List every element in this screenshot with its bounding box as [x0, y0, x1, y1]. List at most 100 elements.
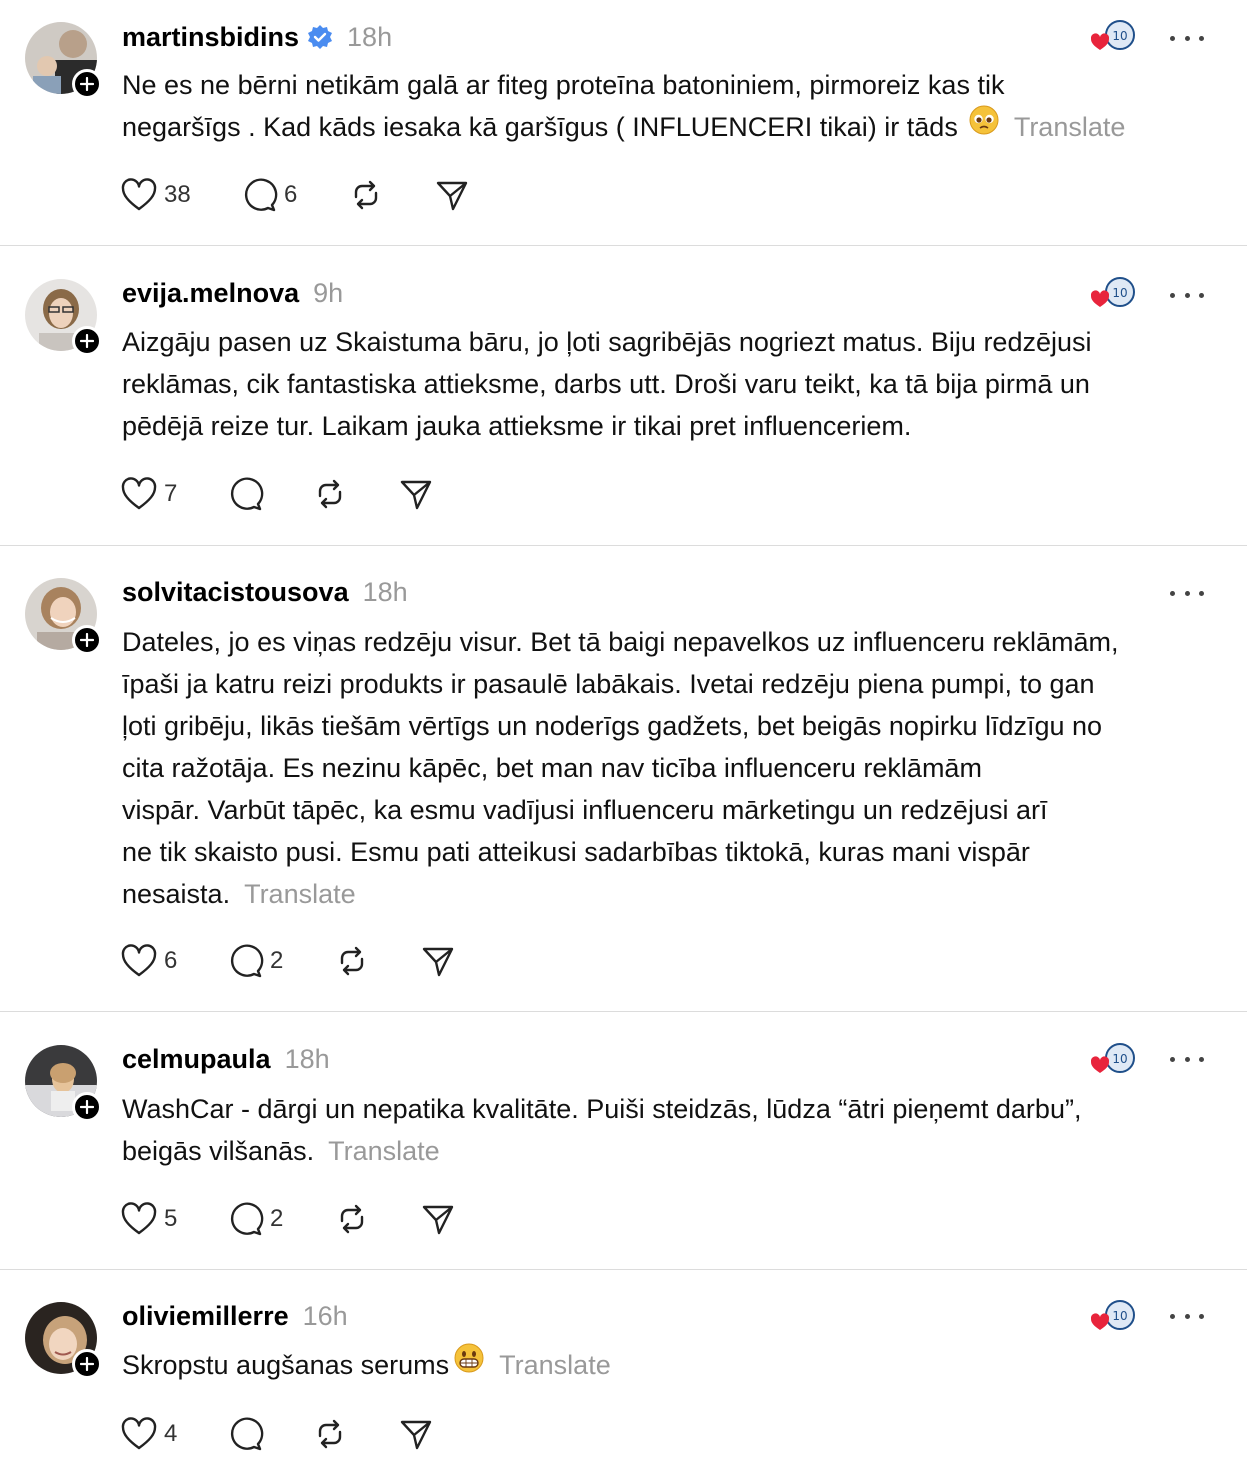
comment-icon [230, 1202, 264, 1236]
heart-icon [121, 1417, 157, 1450]
verified-icon [307, 24, 333, 50]
share-button[interactable] [420, 941, 456, 981]
like-button[interactable]: 4 [120, 1414, 177, 1454]
share-icon [422, 947, 454, 977]
more-icon[interactable] [1170, 290, 1204, 300]
comment-icon [230, 477, 264, 511]
post-time: 16h [302, 1301, 348, 1331]
translate-link[interactable]: Translate [499, 1350, 611, 1380]
repost-button[interactable] [334, 1199, 370, 1239]
follow-plus-icon[interactable] [72, 1349, 102, 1379]
post-text-line: ļoti gribēju, likās tiešām vērtīgs un no… [122, 711, 1103, 741]
like-count: 6 [164, 947, 178, 974]
svg-text:10: 10 [1112, 1052, 1127, 1066]
comment-button[interactable] [228, 474, 264, 514]
translate-link[interactable]: Translate [244, 879, 356, 909]
post: solvitacistousova 18h Dateles, jo es viņ… [0, 546, 1247, 1011]
repost-button[interactable] [312, 474, 348, 514]
like-button[interactable]: 38 [120, 175, 191, 215]
like-badge-icon: 10 [1090, 20, 1136, 54]
repost-button[interactable] [348, 175, 384, 215]
share-icon [400, 1420, 432, 1450]
share-icon [436, 181, 468, 211]
more-icon[interactable] [1170, 33, 1204, 43]
avatar[interactable] [25, 578, 102, 655]
username[interactable]: oliviemillerre [122, 1301, 289, 1332]
heart-icon [121, 944, 157, 977]
post-text-line: cita ražotāja. Es nezinu kāpēc, bet man … [122, 753, 982, 783]
avatar[interactable] [25, 22, 102, 99]
avatar[interactable] [25, 1045, 102, 1122]
repost-icon [318, 1419, 342, 1449]
follow-plus-icon[interactable] [72, 625, 102, 655]
like-count: 4 [164, 1420, 178, 1447]
translate-link[interactable]: Translate [1014, 112, 1126, 142]
repost-icon [354, 180, 378, 210]
post-text-line: ne tik skaisto pusi. Esmu pati atteikusi… [122, 837, 1030, 867]
svg-text:10: 10 [1112, 1309, 1127, 1323]
share-button[interactable] [398, 1414, 434, 1454]
avatar[interactable] [25, 279, 102, 356]
heart-icon [121, 1202, 157, 1235]
like-button[interactable]: 5 [120, 1199, 177, 1239]
post-text-line: WashCar - dārgi un nepatika kvalitāte. P… [122, 1094, 1082, 1124]
more-icon[interactable] [1170, 1311, 1204, 1321]
like-badge-icon: 10 [1090, 1300, 1136, 1334]
follow-plus-icon[interactable] [72, 1092, 102, 1122]
comment-button[interactable] [228, 1414, 264, 1454]
post-text-line: vispār. Varbūt tāpēc, ka esmu vadījusi i… [122, 795, 1048, 825]
username[interactable]: evija.melnova [122, 278, 299, 309]
comment-button[interactable]: 2 [228, 941, 283, 981]
follow-plus-icon[interactable] [72, 69, 102, 99]
post-text-line: Skropstu augšanas serums [122, 1350, 450, 1380]
comment-icon [230, 944, 264, 978]
comment-button[interactable]: 6 [242, 175, 297, 215]
like-count: 38 [164, 181, 191, 208]
follow-plus-icon[interactable] [72, 326, 102, 356]
post: martinsbidins 18h 10 Ne es ne bērni neti… [0, 0, 1247, 245]
username[interactable]: solvitacistousova [122, 577, 349, 608]
repost-icon [340, 1204, 364, 1234]
translate-link[interactable]: Translate [328, 1136, 440, 1166]
repost-button[interactable] [312, 1414, 348, 1454]
heart-icon [121, 477, 157, 510]
repost-icon [318, 479, 342, 509]
svg-text:10: 10 [1112, 286, 1127, 300]
share-button[interactable] [420, 1199, 456, 1239]
post: evija.melnova 9h 10 Aizgāju pasen uz Ska… [0, 246, 1247, 545]
post-text-line: Dateles, jo es viņas redzēju visur. Bet … [122, 627, 1119, 657]
username[interactable]: celmupaula [122, 1044, 271, 1075]
comment-count: 6 [284, 181, 298, 208]
post-text-line: nesaista. [122, 879, 231, 909]
post-time: 18h [347, 22, 393, 52]
share-button[interactable] [434, 175, 470, 215]
like-count: 7 [164, 480, 178, 507]
pleading-face-icon [968, 104, 1000, 148]
share-button[interactable] [398, 474, 434, 514]
post-text-line: Ne es ne bērni netikām galā ar fiteg pro… [122, 70, 1005, 100]
like-badge-icon: 10 [1090, 277, 1136, 311]
post-time: 18h [362, 577, 408, 607]
post: oliviemillerre 16h 10 Skropstu augšanas … [0, 1270, 1247, 1481]
comment-icon [230, 1417, 264, 1451]
share-icon [422, 1205, 454, 1235]
post-text-line: reklāmas, cik fantastiska attieksme, dar… [122, 369, 1090, 399]
username[interactable]: martinsbidins [122, 22, 299, 53]
grinning-face-icon [453, 1342, 485, 1386]
more-icon[interactable] [1170, 1054, 1204, 1064]
more-icon[interactable] [1170, 588, 1204, 598]
like-button[interactable]: 6 [120, 941, 177, 981]
post-text: Ne es ne bērni netikām galā ar fiteg pro… [122, 64, 1222, 151]
post-text: Skropstu augšanas serums Translate [122, 1342, 1222, 1389]
post-time: 18h [284, 1044, 330, 1074]
avatar[interactable] [25, 1302, 102, 1379]
svg-text:10: 10 [1112, 29, 1127, 43]
comment-button[interactable]: 2 [228, 1199, 283, 1239]
like-button[interactable]: 7 [120, 474, 177, 514]
share-icon [400, 480, 432, 510]
post-text-line: Aizgāju pasen uz Skaistuma bāru, jo ļoti… [122, 327, 1092, 357]
post-text-line: negaršīgs . Kad kāds iesaka kā garšīgus … [122, 112, 958, 142]
post-text: Aizgāju pasen uz Skaistuma bāru, jo ļoti… [122, 321, 1222, 447]
comment-count: 2 [270, 1205, 284, 1232]
repost-button[interactable] [334, 941, 370, 981]
